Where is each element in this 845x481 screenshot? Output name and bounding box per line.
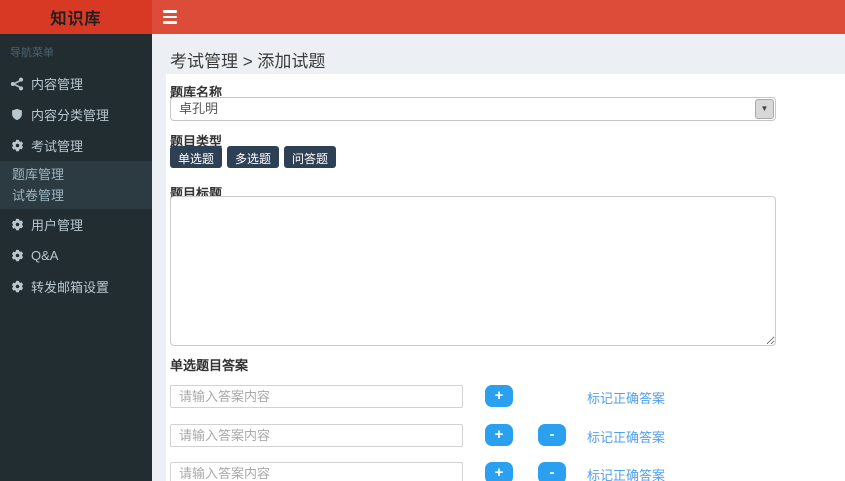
sidebar-item-user-management[interactable]: 用户管理	[0, 209, 152, 240]
chevron-down-icon[interactable]: ▼	[755, 99, 774, 119]
type-single-choice-button[interactable]: 单选题	[170, 146, 223, 168]
app-logo-text: 知识库	[50, 11, 102, 28]
sidebar-item-forward-mailbox-settings[interactable]: 转发邮箱设置	[0, 271, 152, 302]
gear-icon	[10, 280, 24, 294]
single-choice-answers-label: 单选题目答案	[170, 358, 249, 373]
app-logo[interactable]: 知识库	[0, 0, 152, 34]
sidebar-subitem-test-paper-management[interactable]: 试卷管理	[0, 185, 152, 206]
add-question-form: 题库名称 卓孔明 ▼ 题目类型 单选题 多选题 问答题 题目标题 单选题目答案 …	[166, 74, 845, 481]
sidebar-item-content-management[interactable]: 内容管理	[0, 68, 152, 99]
add-answer-button[interactable]: +	[485, 385, 513, 407]
sidebar-item-label: 内容分类管理	[31, 108, 110, 123]
share-nodes-icon	[10, 77, 24, 91]
sidebar-menu: 内容管理 内容分类管理 考试管理 题库管理 试卷管理 用户管理 Q&A 转发邮箱…	[0, 68, 152, 302]
answer-input[interactable]	[170, 385, 463, 408]
sidebar: 导航菜单 内容管理 内容分类管理 考试管理 题库管理 试卷管理 用户管理 Q&A…	[0, 34, 152, 481]
answer-input[interactable]	[170, 462, 463, 481]
sidebar-item-content-category-management[interactable]: 内容分类管理	[0, 99, 152, 130]
gear-icon	[10, 139, 24, 153]
sidebar-section-header: 导航菜单	[10, 47, 54, 59]
answer-input[interactable]	[170, 424, 463, 447]
mark-correct-answer-link[interactable]: 标记正确答案	[587, 427, 665, 446]
breadcrumb: 考试管理 > 添加试题	[170, 52, 326, 71]
add-answer-button[interactable]: +	[485, 462, 513, 481]
question-type-buttons: 单选题 多选题 问答题	[170, 146, 337, 168]
main-content: 考试管理 > 添加试题 题库名称 卓孔明 ▼ 题目类型 单选题 多选题 问答题 …	[152, 34, 845, 481]
hamburger-icon	[163, 15, 177, 19]
sidebar-item-label: 内容管理	[31, 77, 84, 92]
sidebar-item-exam-management[interactable]: 考试管理	[0, 130, 152, 161]
sidebar-toggle-button[interactable]	[152, 0, 192, 34]
shield-icon	[10, 108, 24, 122]
sidebar-subitem-question-bank-management[interactable]: 题库管理	[0, 164, 152, 185]
sidebar-item-label: 用户管理	[31, 218, 84, 233]
question-bank-select[interactable]: 卓孔明 ▼	[170, 97, 776, 121]
answer-row: + 标记正确答案	[170, 385, 830, 409]
app-window: 知识库 导航菜单 内容管理 内容分类管理 考试管理 题库管理 试卷管理 用户管理…	[0, 0, 845, 481]
remove-answer-button[interactable]: -	[538, 462, 566, 481]
answer-row: + - 标记正确答案	[170, 462, 830, 481]
sidebar-item-label: 转发邮箱设置	[31, 280, 110, 295]
remove-answer-button[interactable]: -	[538, 424, 566, 446]
type-multiple-choice-button[interactable]: 多选题	[227, 146, 280, 168]
question-title-textarea[interactable]	[170, 196, 776, 346]
sidebar-item-label: 考试管理	[31, 139, 84, 154]
sidebar-item-label: Q&A	[31, 248, 59, 263]
top-navbar: 知识库	[0, 0, 845, 34]
mark-correct-answer-link[interactable]: 标记正确答案	[587, 388, 665, 407]
gear-icon	[10, 218, 24, 232]
question-bank-selected-value: 卓孔明	[179, 101, 219, 116]
add-answer-button[interactable]: +	[485, 424, 513, 446]
answer-row: + - 标记正确答案	[170, 424, 830, 448]
gear-icon	[10, 249, 24, 263]
type-essay-button[interactable]: 问答题	[284, 146, 337, 168]
hamburger-icon	[163, 10, 177, 13]
hamburger-icon	[163, 21, 177, 24]
mark-correct-answer-link[interactable]: 标记正确答案	[587, 465, 665, 481]
sidebar-submenu-exam: 题库管理 试卷管理	[0, 161, 152, 209]
sidebar-item-qa[interactable]: Q&A	[0, 240, 152, 271]
